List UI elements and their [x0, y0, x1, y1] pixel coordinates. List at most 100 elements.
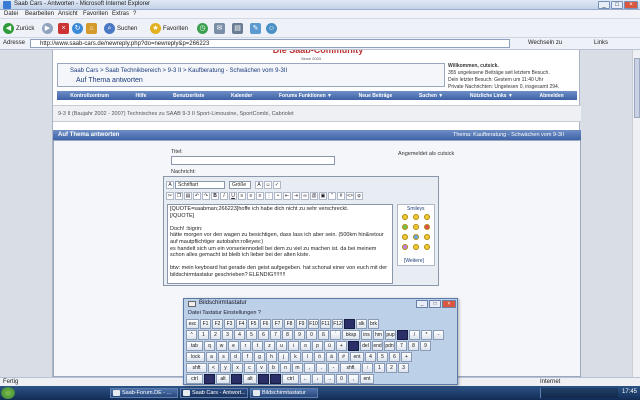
nav-suchen[interactable]: Suchen ▼	[419, 93, 443, 99]
osk-key-blank[interactable]	[258, 374, 269, 384]
osk-key-k3-9[interactable]: l	[302, 352, 313, 362]
quote-icon[interactable]: "	[328, 191, 336, 200]
osk-key-k5-0[interactable]: ctrl	[186, 374, 203, 384]
menu-help[interactable]: ?	[133, 11, 136, 17]
osk-key-k2-8[interactable]: i	[288, 341, 299, 351]
print-button[interactable]: ▤	[232, 22, 245, 35]
osk-key-k3-5[interactable]: g	[254, 352, 265, 362]
osk-menu[interactable]: Datei Tastatur Einstellungen ?	[188, 310, 261, 316]
edit-button[interactable]: ✎	[250, 22, 263, 35]
osk-key-k4-0[interactable]: shft	[186, 363, 207, 373]
html-icon[interactable]: <>	[346, 191, 354, 200]
osk-key-k4-13[interactable]: ↑	[362, 363, 373, 373]
osk-key-k4-7[interactable]: n	[280, 363, 291, 373]
osk-key-k4-11[interactable]: -	[328, 363, 339, 373]
osk-key-blank[interactable]	[204, 374, 215, 384]
smilie-icon[interactable]: ☺	[264, 180, 272, 189]
email-link-icon[interactable]: @	[310, 191, 318, 200]
osk-key-k3-2[interactable]: s	[218, 352, 229, 362]
smilie-icon-5[interactable]	[413, 224, 419, 230]
osk-key-k4-9[interactable]: ,	[304, 363, 315, 373]
osk-key-blank[interactable]	[348, 341, 359, 351]
osk-key-k2-10[interactable]: p	[312, 341, 323, 351]
osk-minimize-button[interactable]: _	[416, 300, 428, 308]
menu-bearbeiten[interactable]: Bearbeiten	[25, 11, 54, 17]
osk-key-k3-7[interactable]: j	[278, 352, 289, 362]
osk-key-k1-12[interactable]: ´	[330, 330, 341, 340]
osk-key-k0-15[interactable]: brk	[368, 319, 379, 329]
private-messages[interactable]: Private Nachrichten: Ungelesen 0, insges…	[448, 84, 578, 91]
osk-key-k1-8[interactable]: 8	[282, 330, 293, 340]
osk-key-k2-11[interactable]: ü	[324, 341, 335, 351]
osk-key-k2-12[interactable]: +	[336, 341, 347, 351]
osk-key-blank[interactable]	[270, 374, 281, 384]
osk-key-k5-4[interactable]: alt	[243, 374, 257, 384]
osk-key-k2-17[interactable]: 7	[396, 341, 407, 351]
osk-key-k5-2[interactable]: alt	[216, 374, 230, 384]
minimize-button[interactable]: _	[598, 1, 610, 9]
osk-key-k0-8[interactable]: F8	[284, 319, 295, 329]
cut-icon[interactable]: ✂	[166, 191, 174, 200]
smilies-more-link[interactable]: [Weitere]	[404, 258, 424, 264]
color-icon[interactable]: A	[255, 180, 263, 189]
osk-key-k1-4[interactable]: 4	[234, 330, 245, 340]
smilie-icon-12[interactable]	[424, 244, 430, 250]
font-select[interactable]: Schriftart	[175, 180, 225, 189]
osk-key-k3-6[interactable]: h	[266, 352, 277, 362]
editor-mode-icon[interactable]: A	[166, 180, 174, 189]
osk-key-k3-15[interactable]: 5	[377, 352, 388, 362]
osk-key-k1-0[interactable]: ^	[186, 330, 197, 340]
maximize-button[interactable]: □	[611, 1, 623, 9]
osk-key-k5-8[interactable]: ←	[300, 374, 311, 384]
copy-icon[interactable]: ❐	[175, 191, 183, 200]
align-right-icon[interactable]: ≡	[256, 191, 264, 200]
osk-key-k5-9[interactable]: ↓	[312, 374, 323, 384]
smilie-icon-6[interactable]	[424, 224, 430, 230]
osk-key-k1-14[interactable]: ins	[361, 330, 372, 340]
nav-hilfe[interactable]: Hilfe	[136, 93, 147, 99]
smilie-icon-4[interactable]	[402, 224, 408, 230]
osk-key-k5-13[interactable]: ent	[360, 374, 374, 384]
italic-icon[interactable]: I	[220, 191, 228, 200]
osk-key-k0-10[interactable]: F10	[308, 319, 319, 329]
menu-favoriten[interactable]: Favoriten	[83, 11, 108, 17]
stop-button[interactable]: ×	[58, 22, 71, 35]
thread-link[interactable]: Thema: Kaufberatung - Schwächen vom 9-3I…	[453, 132, 564, 138]
message-textarea[interactable]: [QUOTE=saabman;266223]hoffe ich habe dic…	[167, 204, 393, 284]
osk-key-k0-1[interactable]: F1	[200, 319, 211, 329]
osk-key-k3-12[interactable]: #	[338, 352, 349, 362]
osk-key-k5-7[interactable]: ctrl	[282, 374, 299, 384]
osk-key-k1-13[interactable]: bksp	[342, 330, 360, 340]
link-icon[interactable]: ∞	[301, 191, 309, 200]
menu-extras[interactable]: Extras	[112, 11, 129, 17]
osk-key-k1-11[interactable]: ß	[318, 330, 329, 340]
osk-key-k2-19[interactable]: 9	[420, 341, 431, 351]
nav-kalender[interactable]: Kalender	[231, 93, 252, 99]
go-button[interactable]: Wechseln zu	[528, 40, 562, 46]
nav-benutzerliste[interactable]: Benutzerliste	[173, 93, 204, 99]
nav-nuetzliche-links[interactable]: Nützliche Links ▼	[470, 93, 513, 99]
osk-key-k1-19[interactable]: *	[421, 330, 432, 340]
osk-key-k1-5[interactable]: 5	[246, 330, 257, 340]
osk-key-k2-3[interactable]: e	[228, 341, 239, 351]
osk-key-k3-4[interactable]: f	[242, 352, 253, 362]
smilie-icon-10[interactable]	[402, 244, 408, 250]
menu-datei[interactable]: Datei	[4, 11, 18, 17]
smilie-icon-1[interactable]	[402, 214, 408, 220]
osk-key-k5-11[interactable]: 0	[336, 374, 347, 384]
nav-forums-funktionen[interactable]: Forums Funktionen ▼	[279, 93, 332, 99]
osk-key-k3-17[interactable]: +	[401, 352, 412, 362]
osk-key-k3-3[interactable]: d	[230, 352, 241, 362]
osk-key-k0-14[interactable]: slk	[356, 319, 367, 329]
task-saab-cars[interactable]: Saab Cars - Antwort...	[180, 388, 248, 398]
scrollbar-thumb[interactable]	[634, 58, 640, 118]
osk-key-k3-1[interactable]: a	[206, 352, 217, 362]
osk-key-k1-20[interactable]: -	[433, 330, 444, 340]
nav-neue-beitraege[interactable]: Neue Beiträge	[359, 93, 393, 99]
osk-key-k0-7[interactable]: F7	[272, 319, 283, 329]
osk-key-k3-0[interactable]: lock	[186, 352, 205, 362]
osk-key-k0-9[interactable]: F9	[296, 319, 307, 329]
search-button[interactable]: ⌕ Suchen	[104, 22, 137, 35]
osk-key-k3-10[interactable]: ö	[314, 352, 325, 362]
osk-key-k0-2[interactable]: F2	[212, 319, 223, 329]
